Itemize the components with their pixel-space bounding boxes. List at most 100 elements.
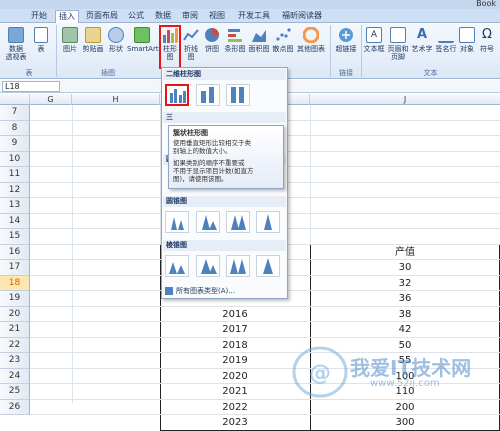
- table-cell-value[interactable]: 300: [310, 415, 500, 430]
- column-header-h[interactable]: H: [72, 94, 160, 105]
- row-header[interactable]: 24: [0, 368, 30, 384]
- header-footer-label-1: 页眉和: [387, 45, 409, 53]
- object-button[interactable]: 对象: [458, 27, 476, 53]
- other-charts-label: 其他图表: [297, 45, 325, 53]
- tab-review[interactable]: 审阅: [179, 10, 201, 23]
- row-header[interactable]: 8: [0, 120, 30, 136]
- row-header[interactable]: 14: [0, 213, 30, 229]
- row-header[interactable]: 18: [0, 275, 30, 291]
- textbox-button[interactable]: A 文本框: [363, 27, 385, 53]
- pivot-table-button[interactable]: 数据 透视表: [4, 27, 28, 61]
- table-cell-year[interactable]: 2017: [160, 322, 310, 337]
- row-header[interactable]: 11: [0, 167, 30, 183]
- row-header[interactable]: 20: [0, 306, 30, 322]
- cone-option-2[interactable]: [196, 211, 220, 233]
- table-cell-year[interactable]: 2023: [160, 415, 310, 430]
- watermark: @ 我爱IT技术网 www.52ij.com: [280, 340, 500, 403]
- shapes-button[interactable]: 形状: [106, 27, 126, 53]
- table-cell-value[interactable]: 42: [310, 322, 500, 337]
- clipart-button[interactable]: 剪贴画: [81, 27, 105, 53]
- tab-data[interactable]: 数据: [152, 10, 174, 23]
- omega-icon: Ω: [482, 27, 492, 42]
- cone-option-4[interactable]: [256, 211, 280, 233]
- pyramid-option-4[interactable]: [256, 255, 280, 277]
- ribbon-separator: [361, 25, 362, 77]
- cone-option-1[interactable]: [165, 211, 189, 233]
- row-header[interactable]: 19: [0, 291, 30, 307]
- table-cell-value[interactable]: 38: [310, 307, 500, 322]
- pyramid-option-3[interactable]: [226, 255, 250, 277]
- pyramid-icon: [230, 259, 246, 274]
- other-charts-icon: [303, 27, 319, 43]
- picture-button[interactable]: 图片: [60, 27, 80, 53]
- all-chart-types-link[interactable]: 所有图表类型(A)...: [165, 285, 285, 297]
- row-header[interactable]: 22: [0, 337, 30, 353]
- smartart-button[interactable]: SmartArt: [127, 27, 159, 53]
- hyperlink-icon: [339, 28, 353, 42]
- watermark-url: www.52ij.com: [370, 378, 440, 389]
- tab-foxit[interactable]: 福昕阅读器: [280, 10, 324, 23]
- tooltip-line-3: 如果类别的顺序不重要或: [173, 159, 245, 167]
- scatter-chart-button[interactable]: 散点图: [272, 27, 294, 53]
- table-cell-value[interactable]: 32: [310, 276, 500, 291]
- name-box[interactable]: L18: [2, 81, 60, 92]
- signature-label: 签名行: [435, 45, 457, 53]
- row-header[interactable]: 12: [0, 182, 30, 198]
- tab-insert[interactable]: 插入: [55, 10, 79, 23]
- window-title: Book: [476, 0, 496, 8]
- row-header[interactable]: 9: [0, 136, 30, 152]
- tab-view[interactable]: 视图: [206, 10, 228, 23]
- area-chart-button[interactable]: 面积图: [248, 27, 270, 53]
- pyramid-icon: [169, 262, 185, 274]
- row-header[interactable]: 15: [0, 229, 30, 245]
- row-header[interactable]: 10: [0, 151, 30, 167]
- column-header-j[interactable]: J: [310, 94, 500, 105]
- tab-page-layout[interactable]: 页面布局: [84, 10, 120, 23]
- pyramid-option-2[interactable]: [196, 255, 220, 277]
- table-cell-value[interactable]: 36: [310, 291, 500, 306]
- row-header[interactable]: 21: [0, 322, 30, 338]
- wordart-button[interactable]: A 艺术字: [410, 27, 434, 53]
- tab-developer[interactable]: 开发工具: [236, 10, 272, 23]
- cone-icon: [231, 215, 246, 230]
- pyramid-option-1[interactable]: [165, 255, 189, 277]
- row-header[interactable]: 25: [0, 384, 30, 400]
- line-chart-button[interactable]: 折线图: [182, 27, 200, 61]
- pyramid-icon: [201, 259, 217, 274]
- cone-option-3[interactable]: [226, 211, 250, 233]
- row-header[interactable]: 17: [0, 260, 30, 276]
- row-header[interactable]: 7: [0, 105, 30, 121]
- row-header[interactable]: 16: [0, 244, 30, 260]
- row-header[interactable]: 23: [0, 353, 30, 369]
- area-chart-icon: [252, 30, 266, 42]
- percent-stacked-column-option[interactable]: [226, 84, 250, 106]
- table-cell-year[interactable]: 2016: [160, 307, 310, 322]
- row-header[interactable]: 26: [0, 399, 30, 415]
- chart-types-icon: [165, 287, 173, 295]
- select-all-corner[interactable]: [0, 94, 30, 105]
- column-header-g[interactable]: G: [30, 94, 72, 105]
- row-header[interactable]: 13: [0, 198, 30, 214]
- table-header-value[interactable]: 产值: [310, 245, 500, 260]
- tab-home[interactable]: 开始: [28, 10, 50, 23]
- bar-chart-label: 条形图: [224, 45, 246, 53]
- picture-icon: [62, 27, 78, 43]
- other-charts-button[interactable]: 其他图表: [296, 27, 326, 53]
- bar-chart-button[interactable]: 条形图: [224, 27, 246, 53]
- table-cell-value[interactable]: 30: [310, 260, 500, 275]
- tab-formulas[interactable]: 公式: [125, 10, 147, 23]
- gridline: [30, 321, 500, 322]
- group-label-illustrations: 插图: [101, 69, 115, 77]
- stacked-column-option[interactable]: [196, 84, 220, 106]
- header-footer-button[interactable]: 页眉和 页脚: [386, 27, 410, 61]
- bar-chart-icon: [228, 29, 242, 42]
- hyperlink-button[interactable]: 超链接: [334, 27, 358, 53]
- pie-chart-button[interactable]: 饼图: [203, 27, 221, 53]
- signature-line-button[interactable]: 签名行: [435, 27, 457, 53]
- clustered-column-option[interactable]: [165, 84, 189, 106]
- ribbon-separator: [330, 25, 331, 77]
- table-button[interactable]: 表: [32, 27, 50, 53]
- clustered-column-tooltip: 簇状柱形图 使用垂直矩形比较相交于类 别轴上的数值大小。 如果类别的顺序不重要或…: [168, 125, 284, 189]
- percent-stacked-column-icon: [231, 87, 244, 103]
- symbol-button[interactable]: Ω 符号: [478, 27, 496, 53]
